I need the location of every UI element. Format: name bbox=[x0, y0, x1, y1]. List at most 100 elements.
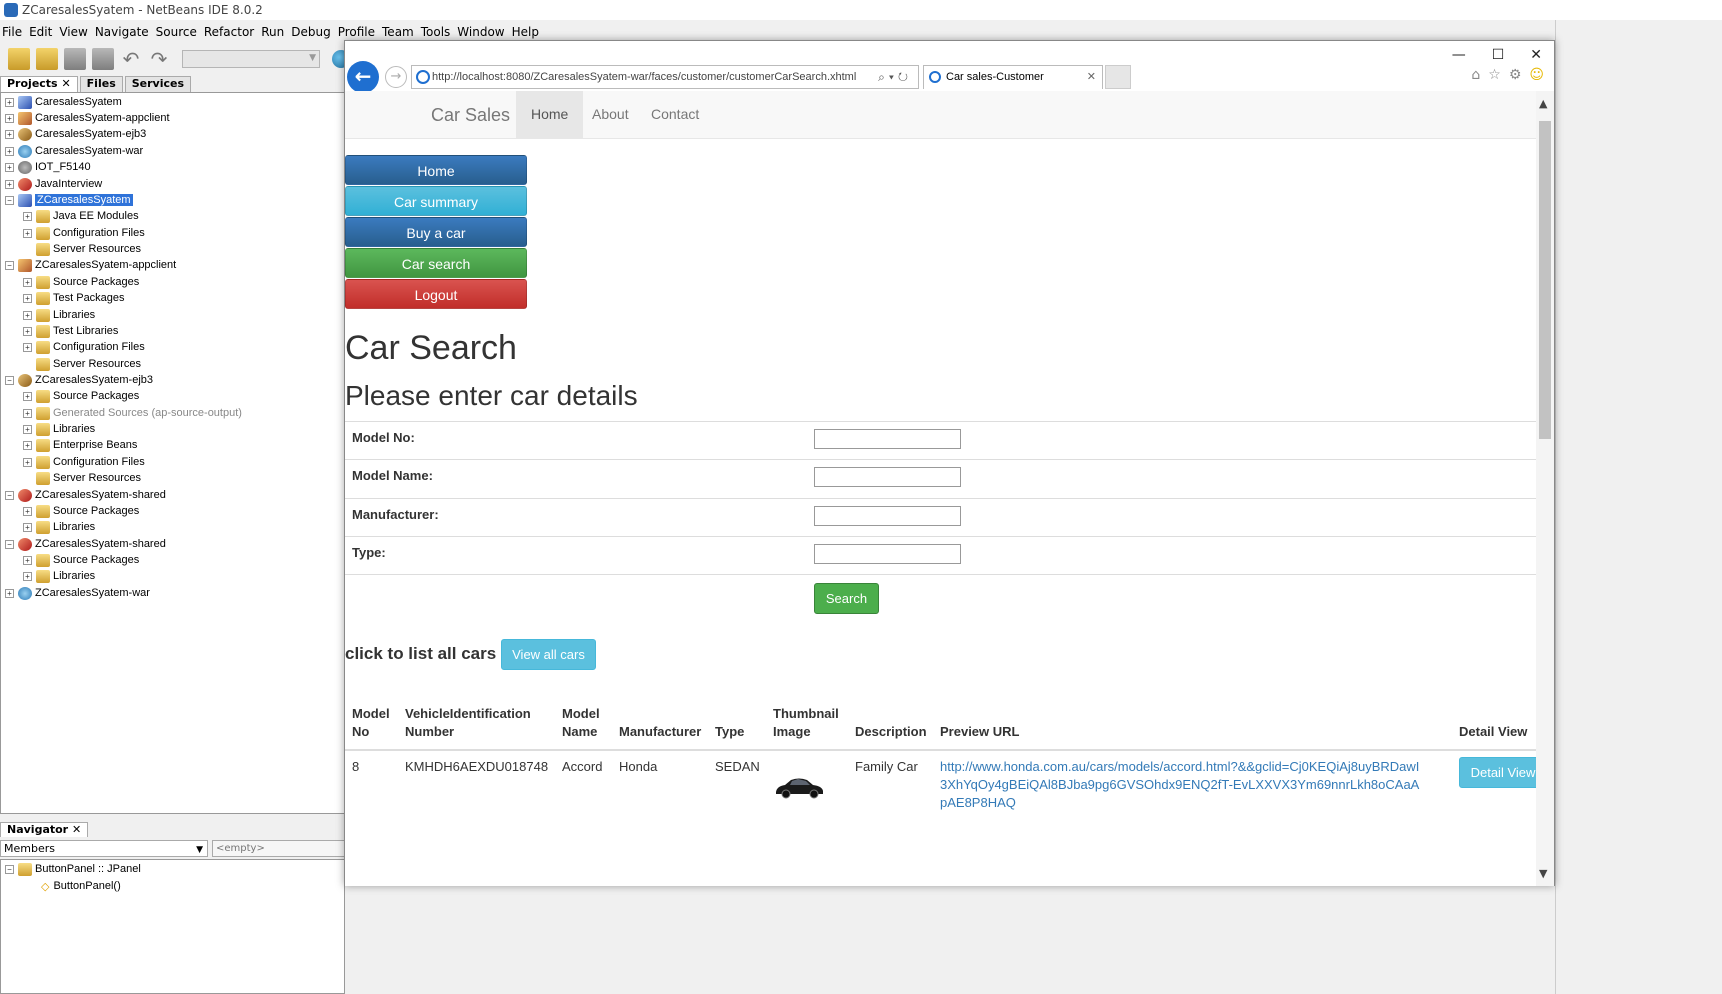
menu-tools[interactable]: Tools bbox=[421, 25, 458, 39]
menu-source[interactable]: Source bbox=[156, 25, 204, 39]
expand-icon[interactable]: + bbox=[23, 391, 32, 401]
close-icon[interactable]: ✕ bbox=[72, 823, 81, 836]
scroll-up-icon[interactable]: ▲ bbox=[1539, 97, 1547, 110]
tree-node-selected[interactable]: − ZCaresalesSyatem bbox=[5, 192, 133, 208]
expand-icon[interactable]: + bbox=[23, 211, 32, 221]
feedback-smiley-icon[interactable]: ☺ bbox=[1529, 67, 1544, 83]
tree-node[interactable]: + Libraries bbox=[23, 519, 95, 535]
tab-services[interactable]: Services bbox=[124, 76, 192, 92]
tab-navigator[interactable]: Navigator ✕ bbox=[0, 822, 89, 837]
nav-about[interactable]: About bbox=[577, 91, 644, 138]
model-name-input[interactable] bbox=[814, 467, 961, 487]
undo-icon[interactable]: ↶ bbox=[120, 48, 142, 70]
tree-node[interactable]: + CaresalesSyatem-ejb3 bbox=[5, 126, 146, 142]
tree-node[interactable]: + Libraries bbox=[23, 421, 95, 437]
expand-icon[interactable]: + bbox=[23, 457, 32, 467]
expand-icon[interactable]: + bbox=[23, 277, 32, 287]
expand-icon[interactable]: + bbox=[23, 293, 32, 303]
model-no-input[interactable] bbox=[814, 429, 961, 449]
view-all-cars-button[interactable]: View all cars bbox=[501, 639, 596, 670]
sidebar-car-summary-button[interactable]: Car summary bbox=[345, 186, 527, 216]
browser-tab[interactable]: Car sales-Customer ✕ bbox=[923, 65, 1103, 89]
menu-file[interactable]: File bbox=[2, 25, 29, 39]
new-tab-button[interactable] bbox=[1105, 65, 1131, 89]
navigator-node[interactable]: − ButtonPanel :: JPanel bbox=[5, 861, 141, 877]
save-all-icon[interactable] bbox=[92, 48, 114, 70]
tree-node[interactable]: + Java EE Modules bbox=[23, 208, 139, 224]
tree-node[interactable]: + Configuration Files bbox=[23, 454, 145, 470]
scrollbar-thumb[interactable] bbox=[1539, 121, 1551, 439]
cell-preview-url-link[interactable]: http://www.honda.com.au/cars/models/acco… bbox=[940, 758, 1420, 812]
tree-node[interactable]: + Source Packages bbox=[23, 388, 139, 404]
configuration-combo[interactable] bbox=[182, 50, 320, 68]
sidebar-car-search-button[interactable]: Car search bbox=[345, 248, 527, 278]
back-arrow-icon[interactable]: ← bbox=[347, 61, 379, 93]
tree-node[interactable]: + Generated Sources (ap-source-output) bbox=[23, 405, 242, 421]
tree-node[interactable]: + IOT_F5140 bbox=[5, 159, 91, 175]
tree-node[interactable]: − ZCaresalesSyatem-shared bbox=[5, 487, 166, 503]
sidebar-home-button[interactable]: Home bbox=[345, 155, 527, 185]
tree-node[interactable]: + JavaInterview bbox=[5, 176, 102, 192]
home-icon[interactable]: ⌂ bbox=[1471, 67, 1480, 83]
tree-node[interactable]: + Source Packages bbox=[23, 503, 139, 519]
expand-icon[interactable]: + bbox=[5, 179, 14, 189]
tree-node[interactable]: + Libraries bbox=[23, 307, 95, 323]
tree-node[interactable]: Server Resources bbox=[36, 470, 141, 486]
address-bar[interactable]: http://localhost:8080/ZCaresalesSyatem-w… bbox=[411, 65, 919, 89]
tree-node[interactable]: + Test Libraries bbox=[23, 323, 118, 339]
menu-debug[interactable]: Debug bbox=[291, 25, 337, 39]
expand-icon[interactable]: + bbox=[23, 342, 32, 352]
scroll-down-icon[interactable]: ▼ bbox=[1539, 867, 1547, 880]
nav-home[interactable]: Home bbox=[516, 91, 584, 138]
expand-icon[interactable]: + bbox=[23, 424, 32, 434]
favorites-star-icon[interactable]: ☆ bbox=[1488, 67, 1501, 83]
expand-icon[interactable]: + bbox=[23, 228, 32, 238]
menu-team[interactable]: Team bbox=[382, 25, 421, 39]
tab-files[interactable]: Files bbox=[79, 76, 123, 92]
sidebar-buy-car-button[interactable]: Buy a car bbox=[345, 217, 527, 247]
expand-icon[interactable]: + bbox=[5, 588, 14, 598]
close-icon[interactable]: ✕ bbox=[61, 77, 70, 90]
menu-run[interactable]: Run bbox=[261, 25, 291, 39]
sidebar-logout-button[interactable]: Logout bbox=[345, 279, 527, 309]
menu-view[interactable]: View bbox=[59, 25, 94, 39]
new-project-icon[interactable] bbox=[36, 48, 58, 70]
expand-icon[interactable]: + bbox=[23, 440, 32, 450]
brand-link[interactable]: Car Sales bbox=[431, 105, 510, 126]
tree-node[interactable]: + Configuration Files bbox=[23, 339, 145, 355]
expand-icon[interactable]: + bbox=[5, 162, 14, 172]
open-project-icon[interactable] bbox=[64, 48, 86, 70]
collapse-icon[interactable]: − bbox=[5, 260, 14, 270]
navigator-node[interactable]: ◇ ButtonPanel() bbox=[41, 878, 121, 894]
expand-icon[interactable]: + bbox=[5, 113, 14, 123]
new-file-icon[interactable] bbox=[8, 48, 30, 70]
navigator-filter[interactable]: <empty> bbox=[212, 840, 345, 857]
tree-node[interactable]: + Configuration Files bbox=[23, 225, 145, 241]
redo-icon[interactable]: ↷ bbox=[148, 48, 170, 70]
tree-node[interactable]: + CaresalesSyatem bbox=[5, 94, 122, 110]
tree-node[interactable]: + ZCaresalesSyatem-war bbox=[5, 585, 150, 601]
menu-edit[interactable]: Edit bbox=[29, 25, 59, 39]
collapse-icon[interactable]: − bbox=[5, 539, 14, 549]
tree-node[interactable]: + CaresalesSyatem-appclient bbox=[5, 110, 170, 126]
search-button[interactable]: Search bbox=[814, 583, 879, 614]
tree-node[interactable]: − ZCaresalesSyatem-appclient bbox=[5, 257, 176, 273]
expand-icon[interactable]: + bbox=[5, 146, 14, 156]
close-tab-icon[interactable]: ✕ bbox=[1087, 66, 1096, 88]
expand-icon[interactable]: + bbox=[5, 97, 14, 107]
expand-icon[interactable]: + bbox=[23, 326, 32, 336]
collapse-icon[interactable]: − bbox=[5, 864, 14, 874]
expand-icon[interactable]: + bbox=[23, 408, 32, 418]
forward-arrow-icon[interactable]: → bbox=[385, 66, 407, 88]
settings-gear-icon[interactable]: ⚙ bbox=[1509, 67, 1522, 83]
tree-node[interactable]: Server Resources bbox=[36, 356, 141, 372]
tree-node[interactable]: + Source Packages bbox=[23, 274, 139, 290]
menu-help[interactable]: Help bbox=[512, 25, 546, 39]
tree-node[interactable]: + CaresalesSyatem-war bbox=[5, 143, 143, 159]
tree-node[interactable]: − ZCaresalesSyatem-ejb3 bbox=[5, 372, 153, 388]
detail-view-button[interactable]: Detail View bbox=[1459, 757, 1536, 788]
collapse-icon[interactable]: − bbox=[5, 195, 14, 205]
expand-icon[interactable]: + bbox=[23, 555, 32, 565]
collapse-icon[interactable]: − bbox=[5, 490, 14, 500]
expand-icon[interactable]: + bbox=[23, 522, 32, 532]
